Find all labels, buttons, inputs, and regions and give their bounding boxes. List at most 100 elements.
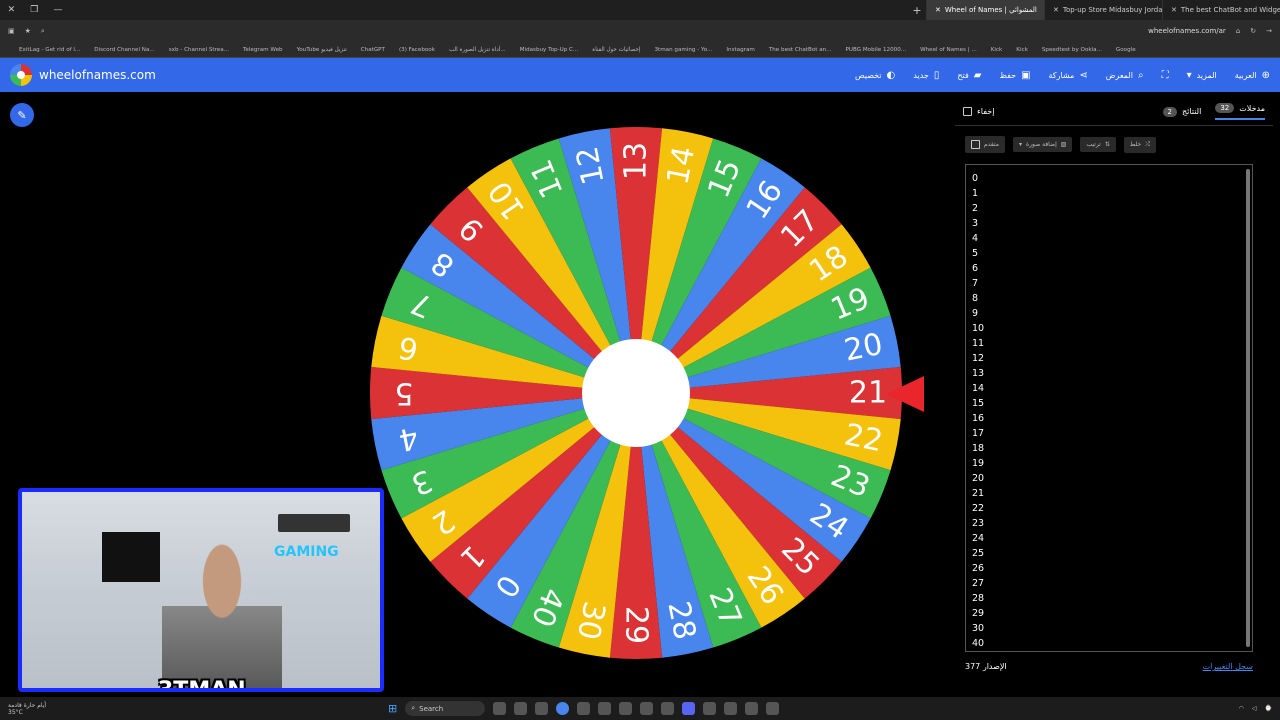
restore-window-icon[interactable]: ❐ <box>30 5 38 15</box>
menu-fullscreen[interactable]: ⛶ <box>1162 70 1169 81</box>
reload-icon[interactable]: ↻ <box>1250 27 1256 35</box>
bookmark-item[interactable]: ExitLag - Get rid of l... <box>12 47 87 53</box>
spinning-wheel[interactable]: 21 22 23 24 25 26 27 28 29 30 40 0 1 2 3 4 5 6 7 8 9 10 11 12 13… <box>370 127 902 659</box>
changelog-link[interactable]: سجل التغييرات <box>1203 662 1253 671</box>
menu-open[interactable]: فتح ▰ <box>957 70 981 81</box>
tab-close-icon[interactable]: ✕ <box>1053 6 1059 14</box>
star-icon[interactable]: ★ <box>25 27 31 35</box>
results-count-badge: 2 <box>1162 106 1178 117</box>
hide-panel-toggle[interactable]: إخفاء <box>963 107 994 116</box>
volume-icon[interactable]: ◁ <box>1252 705 1257 712</box>
menu-more[interactable]: ▾ المزيد <box>1187 70 1217 81</box>
menu-customize[interactable]: تخصيص ◐ <box>855 70 895 81</box>
browser-tab[interactable]: ✕ Wheel of Names | المشوائي <box>926 0 1044 20</box>
add-image-button[interactable]: ▾ إضافة صورة ▨ <box>1012 137 1073 152</box>
taskbar-app-icon[interactable] <box>577 702 591 715</box>
sort-button[interactable]: ترتيب ⇅ <box>1080 137 1116 152</box>
taskbar-search[interactable]: ⌕ Search <box>405 701 486 716</box>
home-icon[interactable]: ⌂ <box>1236 27 1240 35</box>
menu-label: العربية <box>1234 70 1257 80</box>
entry-line: 7 <box>972 278 979 289</box>
chrome-icon[interactable] <box>556 702 570 715</box>
bookmark-item[interactable]: Kick <box>1009 47 1035 53</box>
taskbar-app-icon[interactable] <box>745 702 759 715</box>
bookmark-item[interactable]: 3tman gaming - Yo... <box>647 47 719 53</box>
back-icon[interactable]: ▣ <box>8 27 15 35</box>
bookmark-item[interactable]: Discord Channel Na... <box>87 47 162 53</box>
fullscreen-icon: ⛶ <box>1161 69 1169 81</box>
tab-results[interactable]: 2 النتائج <box>1162 106 1201 117</box>
close-window-icon[interactable]: ✕ <box>8 5 16 15</box>
taskbar-app-icon[interactable] <box>493 702 507 715</box>
bookmark-item[interactable]: Midasbuy Top-Up C... <box>513 47 586 53</box>
entry-line: 4 <box>972 233 979 244</box>
menu-language[interactable]: العربية ⊕ <box>1235 70 1270 81</box>
discord-icon[interactable] <box>682 702 696 715</box>
menu-label: المزيد <box>1196 70 1217 80</box>
hide-checkbox[interactable] <box>963 107 972 116</box>
weather-widget[interactable]: أيام حارة قادمة 35°C <box>8 702 46 716</box>
tab-close-icon[interactable]: ✕ <box>935 6 941 14</box>
taskbar-app-icon[interactable] <box>661 702 675 715</box>
menu-label: جديد <box>913 70 929 80</box>
entry-line: 6 <box>972 263 979 274</box>
taskbar-app-icon[interactable] <box>598 702 612 715</box>
clock[interactable]: ⌚ <box>1265 705 1272 712</box>
shuffle-label: خلط <box>1129 141 1142 148</box>
entry-line: 29 <box>972 608 985 619</box>
wheel-pointer-arrow <box>886 376 924 412</box>
taskbar-app-icon[interactable] <box>640 702 654 715</box>
menu-share[interactable]: مشاركة ⋖ <box>1049 70 1088 81</box>
shuffle-button[interactable]: خلط ⤮ <box>1123 136 1157 153</box>
bookmark-item[interactable]: (3) Facebook <box>392 47 442 53</box>
entries-textarea[interactable]: 0 1 2 3 4 5 6 7 8 9 10 11 12 13 14 15 16 17 18 19 20 21 22 23 24… <box>965 164 1253 652</box>
site-title[interactable]: wheelofnames.com <box>39 68 156 82</box>
edit-pencil-button[interactable]: ✎ <box>10 103 34 127</box>
new-tab-icon[interactable]: + <box>908 4 926 17</box>
browser-tab[interactable]: ✕ The best ChatBot and Widgets <box>1162 0 1280 20</box>
bookmark-item[interactable]: Kick <box>984 47 1010 53</box>
menu-gallery[interactable]: المعرض ⌕ <box>1106 70 1144 81</box>
taskbar-app-icon[interactable] <box>619 702 633 715</box>
entries-scrollbar[interactable] <box>1246 169 1250 647</box>
app-header: wheelofnames.com تخصيص ◐ جديد ▯ فتح ▰ حفظ ▣ … <box>0 58 1280 92</box>
entry-line: 20 <box>972 473 985 484</box>
wheel-center-hub[interactable] <box>582 339 690 447</box>
advanced-checkbox[interactable] <box>971 140 980 149</box>
bookmark-item[interactable]: sxb - Channel Strea... <box>162 47 236 53</box>
bookmark-item[interactable]: أداة تنزيل الصورة الب... <box>442 47 513 53</box>
bookmark-item[interactable]: Instagram <box>719 47 761 53</box>
bookmark-item[interactable]: YouTube تنزيل فيديو <box>290 47 354 53</box>
windows-taskbar: أيام حارة قادمة 35°C ⊞ ⌕ Search ◠ ◁ ⌚ <box>0 697 1280 720</box>
address-bar[interactable]: wheelofnames.com/ar <box>1148 27 1226 35</box>
taskbar-app-icon[interactable] <box>766 702 780 715</box>
bookmark-item[interactable]: PUBG Mobile 12000... <box>839 47 914 53</box>
windows-start-icon[interactable]: ⊞ <box>388 702 397 715</box>
taskbar-app-icon[interactable] <box>535 702 549 715</box>
entry-line: 19 <box>972 458 985 469</box>
bookmark-item[interactable]: Google <box>1109 47 1143 53</box>
forward-icon[interactable]: → <box>1266 27 1272 35</box>
wheel-svg[interactable]: 212223242526272829304001234567891011 12 13… <box>370 127 902 659</box>
wifi-icon[interactable]: ◠ <box>1239 705 1244 712</box>
tab-close-icon[interactable]: ✕ <box>1171 6 1177 14</box>
bookmark-item[interactable]: ChatGPT <box>354 47 392 53</box>
wheel-logo-icon[interactable] <box>10 64 32 86</box>
minimize-window-icon[interactable]: — <box>53 5 62 15</box>
bookmark-item[interactable]: إحصائيات حول القناة <box>585 47 647 53</box>
taskbar-app-icon[interactable] <box>724 702 738 715</box>
tab-entries[interactable]: 32 مدخلات <box>1215 103 1265 120</box>
browser-tab[interactable]: ✕ Top-up Store Midasbuy Jordan <box>1044 0 1162 20</box>
taskbar-app-icon[interactable] <box>514 702 528 715</box>
bookmark-item[interactable]: Telegram Web <box>236 47 290 53</box>
advanced-label: متقدم <box>984 141 999 148</box>
bookmark-item[interactable]: The best ChatBot an... <box>762 47 839 53</box>
webcam-wall-text: GAMING <box>274 544 339 560</box>
bookmark-item[interactable]: Wheel of Names | ... <box>913 47 984 53</box>
bookmark-item[interactable]: Speedtest by Ookla... <box>1035 47 1109 53</box>
menu-save[interactable]: حفظ ▣ <box>999 70 1030 81</box>
advanced-toggle[interactable]: متقدم <box>965 136 1005 153</box>
taskbar-app-icon[interactable] <box>703 702 717 715</box>
zoom-icon[interactable]: ⌕ <box>41 27 45 36</box>
menu-new[interactable]: جديد ▯ <box>913 70 939 81</box>
